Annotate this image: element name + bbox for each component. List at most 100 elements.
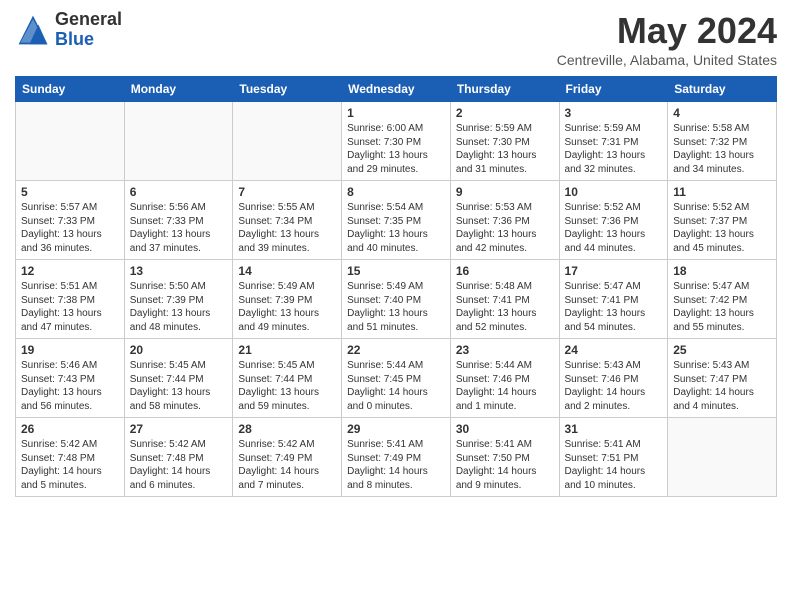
weekday-header: Sunday: [16, 77, 125, 102]
calendar-cell: 7 Sunrise: 5:55 AM Sunset: 7:34 PM Daylig…: [233, 181, 342, 260]
calendar-week-row: 5Sunrise: 5:57 AM Sunset: 7:33 PM Daylig…: [16, 181, 777, 260]
day-number: 17: [565, 264, 663, 278]
day-number: 9: [456, 185, 554, 199]
day-number: 8: [347, 185, 445, 199]
month-title: May 2024: [557, 10, 777, 52]
calendar-week-row: 26 Sunrise: 5:42 AM Sunset: 7:48 PM Dayli…: [16, 418, 777, 497]
logo-blue: Blue: [55, 30, 122, 50]
title-section: May 2024 Centreville, Alabama, United St…: [557, 10, 777, 68]
day-number: 4: [673, 106, 771, 120]
day-info: Sunrise: 5:47 AM Sunset: 7:41 PM Dayligh…: [565, 280, 663, 334]
calendar-cell: 23 Sunrise: 5:44 AM Sunset: 7:46 PM Dayli…: [450, 339, 559, 418]
day-info: Sunrise: 5:42 AM Sunset: 7:49 PM Dayligh…: [238, 438, 336, 492]
day-number: 24: [565, 343, 663, 357]
day-number: 25: [673, 343, 771, 357]
calendar-week-row: 19Sunrise: 5:46 AM Sunset: 7:43 PM Dayli…: [16, 339, 777, 418]
day-info: Sunrise: 5:44 AM Sunset: 7:46 PM Dayligh…: [456, 359, 554, 413]
calendar-week-row: 1 Sunrise: 6:00 AM Sunset: 7:30 PM Daylig…: [16, 102, 777, 181]
day-number: 12: [21, 264, 119, 278]
day-info: Sunrise: 5:42 AM Sunset: 7:48 PM Dayligh…: [21, 438, 119, 492]
calendar: SundayMondayTuesdayWednesdayThursdayFrid…: [15, 76, 777, 497]
calendar-cell: 5Sunrise: 5:57 AM Sunset: 7:33 PM Daylig…: [16, 181, 125, 260]
day-info: Sunrise: 5:52 AM Sunset: 7:37 PM Dayligh…: [673, 201, 771, 255]
day-info: Sunrise: 5:54 AM Sunset: 7:35 PM Dayligh…: [347, 201, 445, 255]
weekday-header: Tuesday: [233, 77, 342, 102]
day-info: Sunrise: 5:55 AM Sunset: 7:34 PM Dayligh…: [238, 201, 336, 255]
calendar-cell: 21 Sunrise: 5:45 AM Sunset: 7:44 PM Dayli…: [233, 339, 342, 418]
calendar-cell: 19Sunrise: 5:46 AM Sunset: 7:43 PM Dayli…: [16, 339, 125, 418]
calendar-cell: 29 Sunrise: 5:41 AM Sunset: 7:49 PM Dayli…: [342, 418, 451, 497]
calendar-cell: 25Sunrise: 5:43 AM Sunset: 7:47 PM Dayli…: [668, 339, 777, 418]
logo-general: General: [55, 10, 122, 30]
calendar-cell: 15Sunrise: 5:49 AM Sunset: 7:40 PM Dayli…: [342, 260, 451, 339]
weekday-header: Thursday: [450, 77, 559, 102]
calendar-cell: [233, 102, 342, 181]
calendar-cell: 27 Sunrise: 5:42 AM Sunset: 7:48 PM Dayli…: [124, 418, 233, 497]
day-info: Sunrise: 5:59 AM Sunset: 7:30 PM Dayligh…: [456, 122, 554, 176]
day-number: 1: [347, 106, 445, 120]
calendar-cell: 26 Sunrise: 5:42 AM Sunset: 7:48 PM Dayli…: [16, 418, 125, 497]
day-number: 21: [238, 343, 336, 357]
day-info: Sunrise: 5:52 AM Sunset: 7:36 PM Dayligh…: [565, 201, 663, 255]
calendar-cell: 30Sunrise: 5:41 AM Sunset: 7:50 PM Dayli…: [450, 418, 559, 497]
day-info: Sunrise: 5:49 AM Sunset: 7:39 PM Dayligh…: [238, 280, 336, 334]
calendar-cell: 14Sunrise: 5:49 AM Sunset: 7:39 PM Dayli…: [233, 260, 342, 339]
day-info: Sunrise: 5:50 AM Sunset: 7:39 PM Dayligh…: [130, 280, 228, 334]
day-number: 6: [130, 185, 228, 199]
day-number: 27: [130, 422, 228, 436]
day-number: 18: [673, 264, 771, 278]
day-info: Sunrise: 5:41 AM Sunset: 7:49 PM Dayligh…: [347, 438, 445, 492]
day-number: 10: [565, 185, 663, 199]
day-info: Sunrise: 5:57 AM Sunset: 7:33 PM Dayligh…: [21, 201, 119, 255]
day-number: 28: [238, 422, 336, 436]
day-number: 22: [347, 343, 445, 357]
calendar-cell: 16 Sunrise: 5:48 AM Sunset: 7:41 PM Dayli…: [450, 260, 559, 339]
weekday-header: Friday: [559, 77, 668, 102]
calendar-cell: 20Sunrise: 5:45 AM Sunset: 7:44 PM Dayli…: [124, 339, 233, 418]
day-number: 11: [673, 185, 771, 199]
day-info: Sunrise: 6:00 AM Sunset: 7:30 PM Dayligh…: [347, 122, 445, 176]
day-info: Sunrise: 5:48 AM Sunset: 7:41 PM Dayligh…: [456, 280, 554, 334]
calendar-cell: 8 Sunrise: 5:54 AM Sunset: 7:35 PM Daylig…: [342, 181, 451, 260]
day-number: 23: [456, 343, 554, 357]
weekday-header: Saturday: [668, 77, 777, 102]
logo-icon: [15, 12, 51, 48]
weekday-header: Monday: [124, 77, 233, 102]
day-number: 19: [21, 343, 119, 357]
calendar-cell: 10 Sunrise: 5:52 AM Sunset: 7:36 PM Dayli…: [559, 181, 668, 260]
calendar-header-row: SundayMondayTuesdayWednesdayThursdayFrid…: [16, 77, 777, 102]
day-info: Sunrise: 5:59 AM Sunset: 7:31 PM Dayligh…: [565, 122, 663, 176]
day-number: 15: [347, 264, 445, 278]
day-number: 26: [21, 422, 119, 436]
day-number: 2: [456, 106, 554, 120]
day-info: Sunrise: 5:42 AM Sunset: 7:48 PM Dayligh…: [130, 438, 228, 492]
day-info: Sunrise: 5:43 AM Sunset: 7:46 PM Dayligh…: [565, 359, 663, 413]
logo: General Blue: [15, 10, 122, 50]
calendar-cell: 24 Sunrise: 5:43 AM Sunset: 7:46 PM Dayli…: [559, 339, 668, 418]
calendar-cell: 13 Sunrise: 5:50 AM Sunset: 7:39 PM Dayli…: [124, 260, 233, 339]
day-number: 31: [565, 422, 663, 436]
calendar-cell: 9 Sunrise: 5:53 AM Sunset: 7:36 PM Daylig…: [450, 181, 559, 260]
day-number: 30: [456, 422, 554, 436]
weekday-header: Wednesday: [342, 77, 451, 102]
day-info: Sunrise: 5:44 AM Sunset: 7:45 PM Dayligh…: [347, 359, 445, 413]
day-info: Sunrise: 5:41 AM Sunset: 7:51 PM Dayligh…: [565, 438, 663, 492]
calendar-cell: 1 Sunrise: 6:00 AM Sunset: 7:30 PM Daylig…: [342, 102, 451, 181]
day-number: 7: [238, 185, 336, 199]
calendar-cell: 12Sunrise: 5:51 AM Sunset: 7:38 PM Dayli…: [16, 260, 125, 339]
day-info: Sunrise: 5:45 AM Sunset: 7:44 PM Dayligh…: [238, 359, 336, 413]
page-header: General Blue May 2024 Centreville, Alaba…: [15, 10, 777, 68]
calendar-cell: [16, 102, 125, 181]
logo-text: General Blue: [55, 10, 122, 50]
day-number: 29: [347, 422, 445, 436]
calendar-cell: 11 Sunrise: 5:52 AM Sunset: 7:37 PM Dayli…: [668, 181, 777, 260]
day-number: 13: [130, 264, 228, 278]
calendar-cell: 6Sunrise: 5:56 AM Sunset: 7:33 PM Daylig…: [124, 181, 233, 260]
calendar-cell: 17 Sunrise: 5:47 AM Sunset: 7:41 PM Dayli…: [559, 260, 668, 339]
calendar-cell: 31 Sunrise: 5:41 AM Sunset: 7:51 PM Dayli…: [559, 418, 668, 497]
day-info: Sunrise: 5:53 AM Sunset: 7:36 PM Dayligh…: [456, 201, 554, 255]
day-number: 16: [456, 264, 554, 278]
day-info: Sunrise: 5:58 AM Sunset: 7:32 PM Dayligh…: [673, 122, 771, 176]
location-title: Centreville, Alabama, United States: [557, 52, 777, 68]
calendar-cell: [124, 102, 233, 181]
